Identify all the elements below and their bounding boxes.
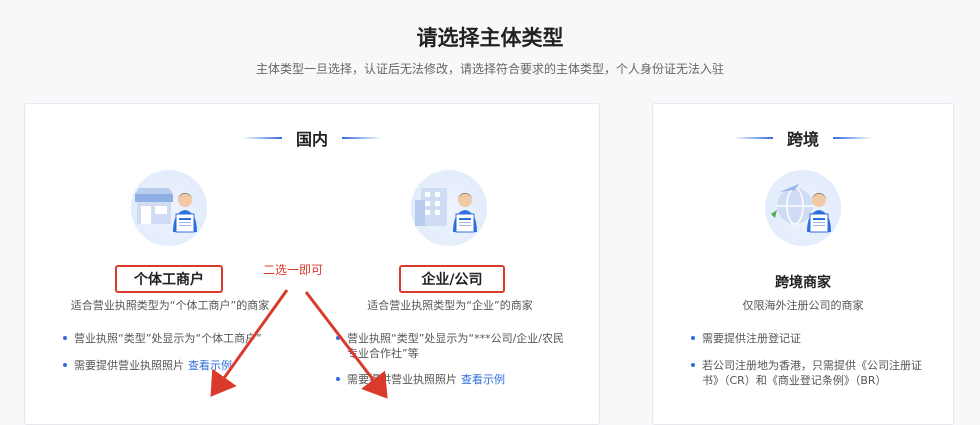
domestic-section-title: 国内 [295, 130, 328, 149]
enterprise-type-label[interactable]: 企业/公司 [399, 265, 505, 293]
office-building-illustration-icon [411, 170, 487, 246]
storefront-illustration-icon [131, 170, 207, 246]
domestic-section-header: 国内 [25, 126, 599, 150]
bullet-dot [63, 363, 67, 367]
cross-border-hk-requirement-item: 若公司注册地为香港，只需提供《公司注册证 书》（CR）和《商业登记条例》（BR） [691, 358, 922, 388]
enterprise-photo-requirement-item: 需要提供营业执照照片 查看示例 [336, 372, 505, 387]
individual-example-link[interactable]: 查看示例 [188, 359, 232, 372]
cross-border-requirement-item: 需要提供注册登记证 [691, 331, 801, 346]
cross-border-section-title: 跨境 [786, 130, 819, 149]
cross-border-hk-requirement-line1: 若公司注册地为香港，只需提供《公司注册证 [702, 359, 922, 372]
bullet-dot [63, 336, 67, 340]
individual-type-label[interactable]: 个体工商户 [115, 265, 223, 293]
choose-one-annotation: 二选一即可 [263, 263, 324, 277]
enterprise-example-link[interactable]: 查看示例 [461, 373, 505, 386]
enterprise-description: 适合营业执照类型为“企业”的商家 [367, 299, 533, 312]
individual-requirement-text: 营业执照“类型”处显示为“个体工商户” [74, 332, 262, 345]
individual-photo-requirement-item: 需要提供营业执照照片 查看示例 [63, 358, 232, 373]
individual-requirement-item: 营业执照“类型”处显示为“个体工商户” [63, 331, 262, 346]
cross-border-card: 跨境 跨境商家 仅限海外注册公司的商家 需要提供注册登记证 若公司注册地为香港，… [652, 103, 954, 425]
individual-description: 适合营业执照类型为“个体工商户”的商家 [70, 299, 270, 312]
divider-line-left [732, 137, 773, 139]
enterprise-requirement-text-line2: 专业合作社”等 [347, 347, 419, 360]
cross-border-requirement-text: 需要提供注册登记证 [702, 332, 801, 345]
page-title: 请选择主体类型 [416, 26, 564, 50]
enterprise-requirement-text-line1: 营业执照“类型”处显示为“***公司/企业/农民 [347, 332, 565, 345]
bullet-dot [691, 363, 695, 367]
divider-line-right [342, 137, 382, 139]
enterprise-photo-requirement-text: 需要提供营业执照照片 [347, 373, 457, 386]
cross-border-hk-requirement-line2: 书》（CR）和《商业登记条例》（BR） [702, 374, 887, 387]
cross-border-type-label[interactable]: 跨境商家 [653, 272, 953, 292]
cross-border-section-header: 跨境 [653, 126, 953, 150]
enterprise-requirement-item: 营业执照“类型”处显示为“***公司/企业/农民 专业合作社”等 [336, 331, 564, 361]
cross-border-description: 仅限海外注册公司的商家 [742, 299, 864, 312]
bullet-dot [691, 336, 695, 340]
individual-photo-requirement-text: 需要提供营业执照照片 [74, 359, 184, 372]
bullet-dot [336, 377, 340, 381]
page-subtitle: 主体类型一旦选择，认证后无法修改，请选择符合要求的主体类型，个人身份证无法入驻 [255, 62, 724, 76]
globe-plane-illustration-icon [765, 170, 841, 246]
bullet-dot [336, 336, 340, 340]
divider-line-right [833, 137, 873, 139]
divider-line-left [241, 137, 282, 139]
